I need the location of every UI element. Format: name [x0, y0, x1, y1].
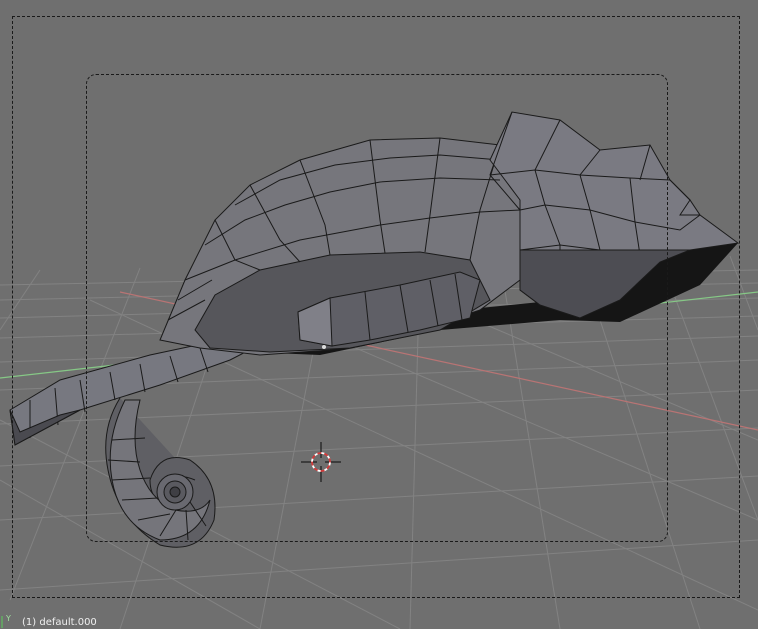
axis-gizmo-icon: Y [1, 614, 11, 628]
object-info-label: (1) default.000 [22, 617, 97, 628]
3d-viewport[interactable]: Y (1) default.000 [0, 0, 758, 629]
camera-safe-area [86, 74, 668, 542]
axis-label-y: Y [5, 614, 11, 623]
